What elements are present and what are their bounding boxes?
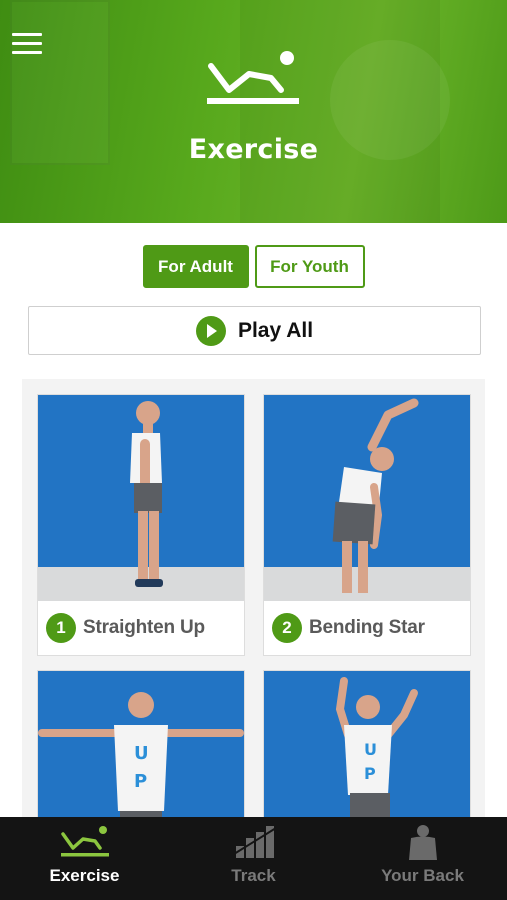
exercise-caption: 1 Straighten Up (38, 601, 244, 655)
main-content: For Adult For Youth Play All 1 Straighte… (0, 223, 507, 817)
exercise-card-3[interactable]: U P (37, 670, 245, 817)
svg-text:P: P (364, 764, 376, 783)
exercise-photo: U P (264, 671, 470, 817)
nav-label: Track (231, 866, 276, 885)
bar-chart-icon (232, 826, 277, 858)
nav-item-track[interactable]: Track (169, 817, 338, 900)
exercise-card-4[interactable]: U P (263, 670, 471, 817)
exercise-number-badge: 1 (46, 613, 76, 643)
header-banner: Exercise (0, 0, 507, 223)
audience-tabs: For Adult For Youth (0, 245, 507, 288)
exercise-pose-icon (207, 51, 299, 104)
exercise-photo: U P (38, 671, 244, 817)
exercise-name: Straighten Up (83, 617, 205, 638)
app-screen: Exercise For Adult For Youth Play All 1 … (0, 0, 507, 900)
exercise-caption: 2 Bending Star (264, 601, 470, 655)
tab-for-adult[interactable]: For Adult (142, 245, 249, 288)
exercise-photo (264, 395, 470, 601)
play-all-button[interactable]: Play All (28, 306, 481, 355)
nav-label: Your Back (381, 866, 464, 885)
svg-text:P: P (134, 771, 147, 792)
svg-text:U: U (134, 743, 149, 764)
play-all-label: Play All (237, 318, 314, 342)
exercise-grid: 1 Straighten Up 2 Bending Star U P U P (22, 379, 485, 817)
nav-label: Exercise (49, 866, 120, 885)
exercise-name: Bending Star (309, 617, 425, 638)
exercise-photo (38, 395, 244, 601)
torso-icon (408, 825, 437, 860)
bottom-navigation: Exercise Track Your Back (0, 817, 507, 900)
exercise-pose-icon (60, 826, 109, 857)
nav-item-your-back[interactable]: Your Back (338, 817, 507, 900)
page-title: Exercise (188, 134, 319, 165)
tab-for-youth[interactable]: For Youth (254, 245, 365, 288)
exercise-card-bending-star[interactable]: 2 Bending Star (263, 394, 471, 656)
exercise-number-badge: 2 (272, 613, 302, 643)
exercise-card-straighten-up[interactable]: 1 Straighten Up (37, 394, 245, 656)
hamburger-menu-icon[interactable] (12, 33, 42, 57)
play-circle-icon (195, 315, 226, 346)
svg-text:U: U (364, 740, 377, 759)
nav-item-exercise[interactable]: Exercise (0, 817, 169, 900)
